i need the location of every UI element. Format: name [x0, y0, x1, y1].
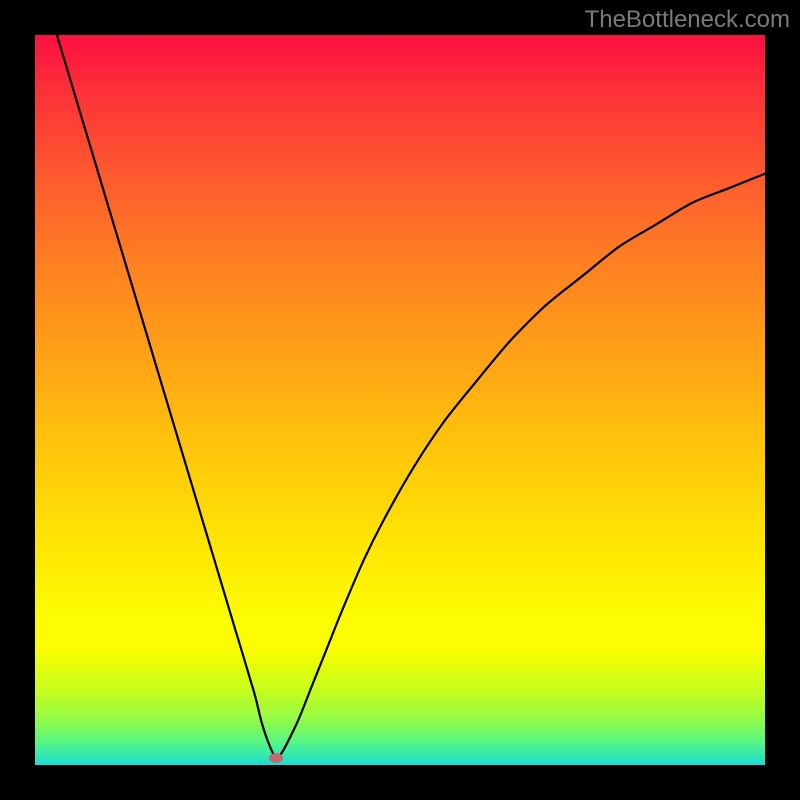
- watermark-label: TheBottleneck.com: [585, 6, 790, 34]
- plot-area: [35, 35, 765, 765]
- chart-stage: TheBottleneck.com: [0, 0, 800, 800]
- curve-svg: [35, 35, 765, 765]
- optimal-point-marker: [269, 753, 283, 763]
- bottleneck-curve: [57, 35, 765, 758]
